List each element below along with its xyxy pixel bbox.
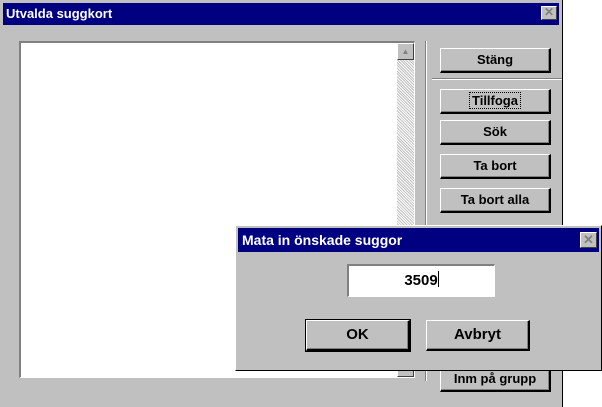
window-titlebar[interactable]: Utvalda suggkort ✕ xyxy=(3,3,559,25)
ok-button[interactable]: OK xyxy=(305,319,411,352)
dialog-title: Mata in önskade suggor xyxy=(242,232,403,248)
close-button[interactable]: Stäng xyxy=(440,48,551,73)
cancel-button-label: Avbryt xyxy=(454,326,501,343)
ok-button-label: OK xyxy=(346,326,369,343)
import-group-button-label: Inm på grupp xyxy=(453,371,537,386)
window-title: Utvalda suggkort xyxy=(6,6,113,21)
text-caret xyxy=(437,271,439,287)
remove-button-label: Ta bort xyxy=(473,158,517,173)
cancel-button[interactable]: Avbryt xyxy=(426,320,530,351)
window-close-icon[interactable]: ✕ xyxy=(541,6,557,20)
input-dialog: Mata in önskade suggor ✕ 3509 OK Avbryt xyxy=(235,225,602,371)
remove-all-button[interactable]: Ta bort alla xyxy=(440,188,551,213)
sow-number-input[interactable]: 3509 xyxy=(347,264,495,297)
sow-number-value: 3509 xyxy=(404,272,438,289)
remove-all-button-label: Ta bort alla xyxy=(460,192,530,207)
scroll-up-icon[interactable]: ▲ xyxy=(397,43,414,60)
add-button-label: Tillfoga xyxy=(469,92,521,109)
horizontal-divider xyxy=(432,78,562,80)
remove-button[interactable]: Ta bort xyxy=(440,154,551,179)
dialog-close-icon[interactable]: ✕ xyxy=(580,232,597,248)
search-button[interactable]: Sök xyxy=(440,120,551,145)
search-button-label: Sök xyxy=(483,124,507,139)
dialog-titlebar[interactable]: Mata in önskade suggor ✕ xyxy=(238,228,599,252)
close-button-label: Stäng xyxy=(476,52,514,67)
add-button[interactable]: Tillfoga xyxy=(440,89,551,114)
